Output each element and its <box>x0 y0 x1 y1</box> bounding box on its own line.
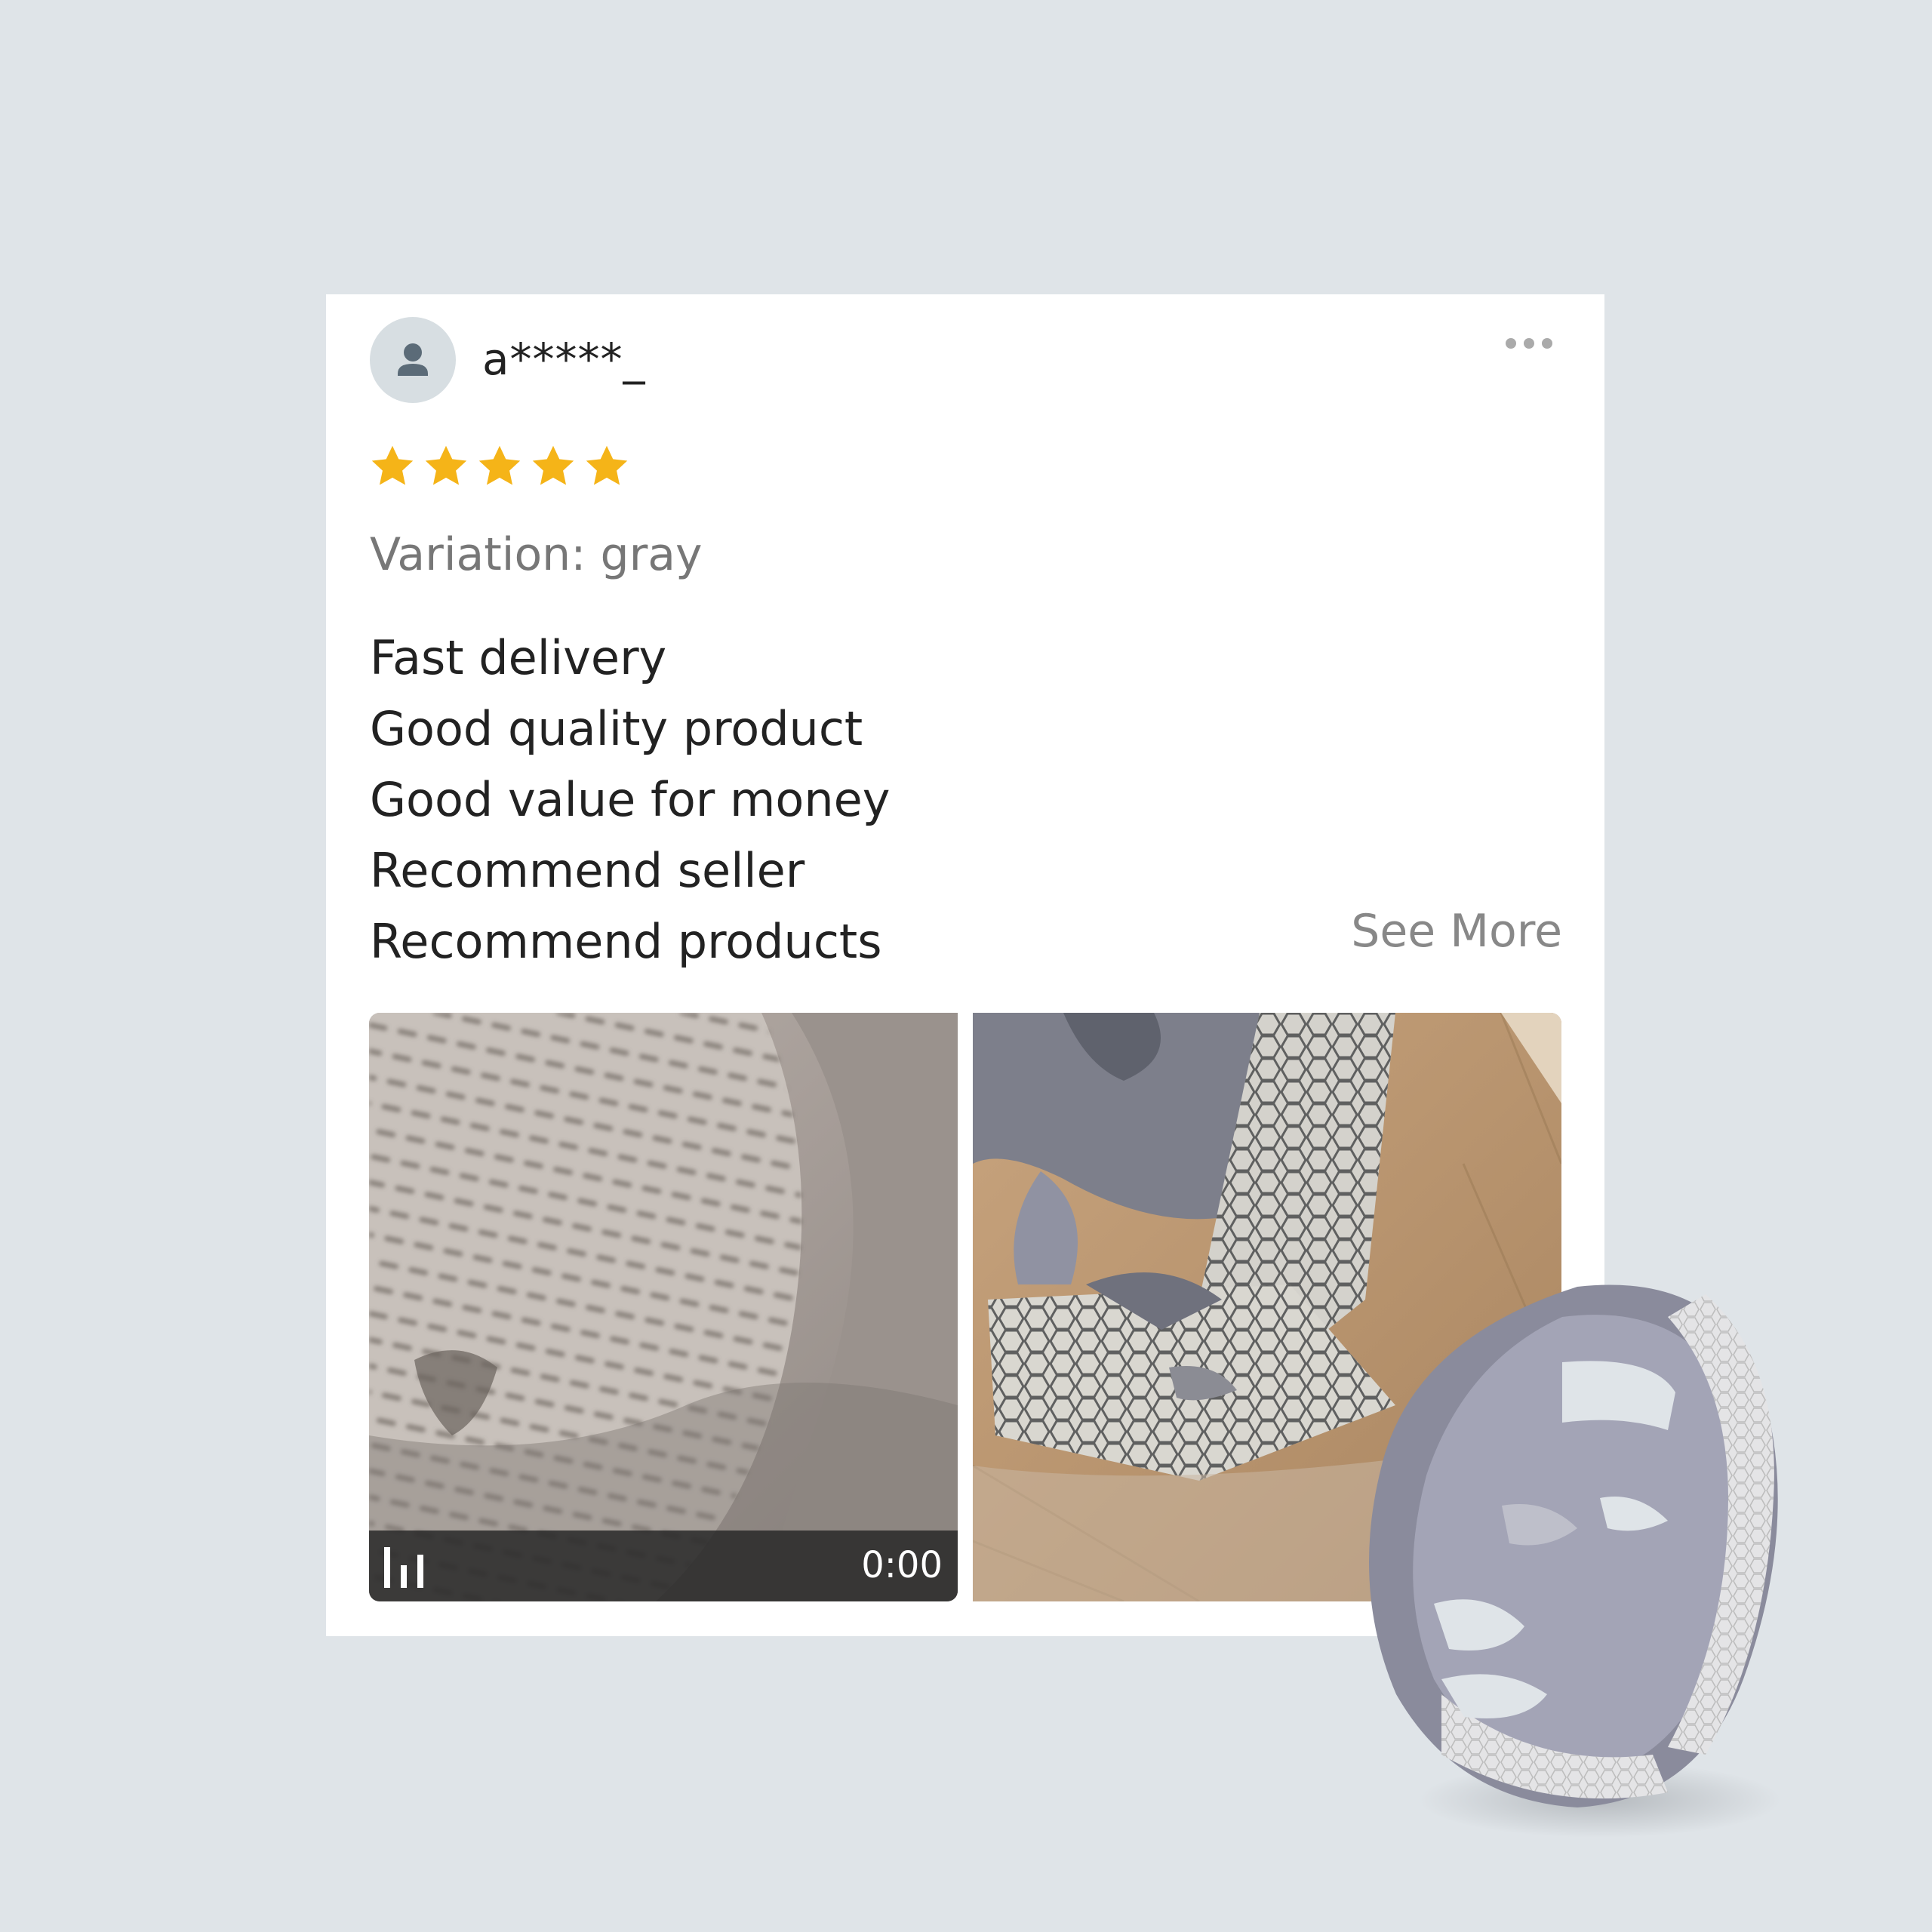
product-mask-image <box>1351 1272 1804 1848</box>
person-icon <box>398 343 428 376</box>
review-text: Fast delivery Good quality product Good … <box>370 623 890 977</box>
see-more-link[interactable]: See More <box>1351 896 1562 967</box>
video-duration: 0:00 <box>861 1544 943 1586</box>
variation-label: Variation: gray <box>370 528 703 581</box>
face-mask-illustration <box>1369 1284 1781 1838</box>
more-options-button[interactable] <box>1501 328 1561 358</box>
star-icon <box>371 445 414 485</box>
equalizer-icon <box>384 1547 423 1588</box>
review-line: Good quality product <box>370 701 863 756</box>
star-icon <box>478 445 521 485</box>
video-control-bar: 0:00 <box>369 1531 958 1601</box>
review-line: Good value for money <box>370 772 891 827</box>
star-icon <box>586 445 628 485</box>
review-video-thumbnail[interactable]: 0:00 <box>369 1013 958 1601</box>
star-icon <box>532 445 574 485</box>
review-line: Fast delivery <box>370 630 667 685</box>
review-line: Recommend seller <box>370 843 805 898</box>
more-horizontal-icon <box>1506 338 1552 349</box>
review-line: Recommend products <box>370 914 882 969</box>
star-icon <box>425 445 467 485</box>
video-frame-image <box>369 1013 958 1601</box>
avatar[interactable] <box>370 317 456 403</box>
reviewer-name: a*****_ <box>482 334 646 385</box>
